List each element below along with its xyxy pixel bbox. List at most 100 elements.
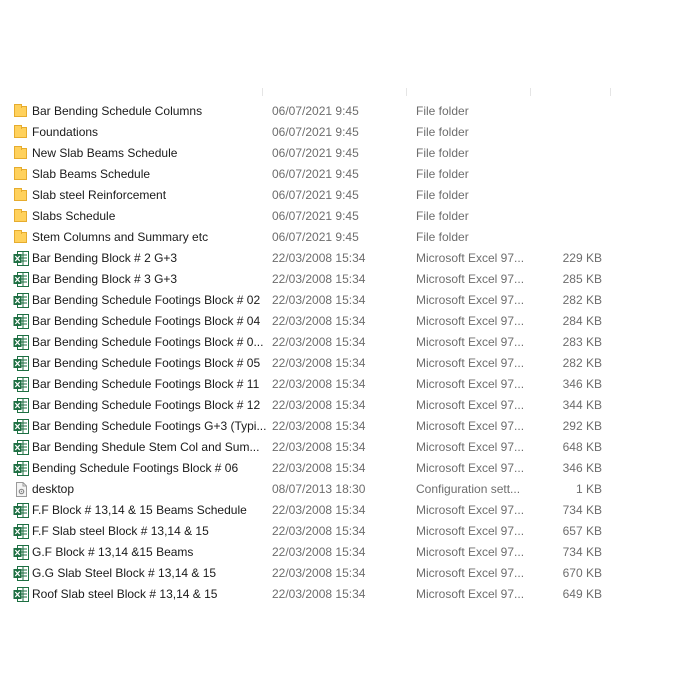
file-name: Bar Bending Shedule Stem Col and Sum... [32, 440, 260, 454]
file-name: Bar Bending Block # 3 G+3 [32, 272, 178, 286]
folder-icon [13, 230, 29, 245]
file-date-modified: 08/07/2013 18:30 [272, 482, 366, 496]
column-separator[interactable] [262, 88, 263, 96]
column-separator[interactable] [530, 88, 531, 96]
column-header-separators [0, 88, 699, 96]
file-name: G.F Block # 13,14 &15 Beams [32, 545, 194, 559]
file-row[interactable]: Bar Bending Block # 2 G+3 22/03/2008 15:3… [10, 248, 610, 269]
file-row[interactable]: Bar Bending Block # 3 G+3 22/03/2008 15:3… [10, 269, 610, 290]
file-row[interactable]: G.G Slab Steel Block # 13,14 & 15 22/03/2… [10, 563, 610, 584]
file-size: 282 KB [562, 293, 602, 307]
file-name: Foundations [32, 125, 99, 139]
file-type: Microsoft Excel 97... [416, 524, 525, 538]
file-name: Slab Beams Schedule [32, 167, 151, 181]
file-type: File folder [416, 125, 469, 139]
file-date-modified: 22/03/2008 15:34 [272, 251, 366, 265]
file-row[interactable]: Bar Bending Schedule Footings Block # 11… [10, 374, 610, 395]
file-type: Microsoft Excel 97... [416, 461, 525, 475]
file-row[interactable]: F.F Block # 13,14 & 15 Beams Schedule 22/… [10, 500, 610, 521]
column-separator[interactable] [406, 88, 407, 96]
file-type: Microsoft Excel 97... [416, 545, 525, 559]
file-name: F.F Slab steel Block # 13,14 & 15 [32, 524, 209, 538]
file-type: Microsoft Excel 97... [416, 419, 525, 433]
file-type: Microsoft Excel 97... [416, 398, 525, 412]
excel-file-icon [13, 566, 29, 581]
file-type: Microsoft Excel 97... [416, 314, 525, 328]
file-type: Configuration sett... [416, 482, 521, 496]
excel-file-icon [13, 356, 29, 371]
file-row[interactable]: Bar Bending Schedule Footings Block # 05… [10, 353, 610, 374]
folder-row[interactable]: Slab steel Reinforcement 06/07/2021 9:45 F… [10, 185, 610, 206]
file-row[interactable]: Bar Bending Schedule Footings G+3 (Typi.… [10, 416, 610, 437]
folder-row[interactable]: New Slab Beams Schedule 06/07/2021 9:45 Fi… [10, 143, 610, 164]
file-name: desktop [32, 482, 75, 496]
file-row[interactable]: Bar Bending Schedule Footings Block # 04… [10, 311, 610, 332]
file-date-modified: 06/07/2021 9:45 [272, 125, 359, 139]
folder-row[interactable]: Foundations 06/07/2021 9:45 File folder [10, 122, 610, 143]
excel-file-icon [13, 440, 29, 455]
folder-icon [13, 188, 29, 203]
file-name: Bar Bending Schedule Footings Block # 11 [32, 377, 260, 391]
file-name: Roof Slab steel Block # 13,14 & 15 [32, 587, 218, 601]
excel-file-icon [13, 503, 29, 518]
column-separator[interactable] [610, 88, 611, 96]
folder-row[interactable]: Slab Beams Schedule 06/07/2021 9:45 File f… [10, 164, 610, 185]
file-size: 346 KB [562, 377, 602, 391]
file-row[interactable]: F.F Slab steel Block # 13,14 & 15 22/03/2… [10, 521, 610, 542]
file-type: Microsoft Excel 97... [416, 377, 525, 391]
file-row[interactable]: Roof Slab steel Block # 13,14 & 15 22/03/… [10, 584, 610, 605]
folder-icon [13, 146, 29, 161]
file-size: 734 KB [562, 503, 602, 517]
file-name: G.G Slab Steel Block # 13,14 & 15 [32, 566, 217, 580]
folder-row[interactable]: Stem Columns and Summary etc 06/07/2021 9… [10, 227, 610, 248]
file-date-modified: 22/03/2008 15:34 [272, 461, 366, 475]
file-date-modified: 06/07/2021 9:45 [272, 230, 359, 244]
file-type: Microsoft Excel 97... [416, 566, 525, 580]
file-type: Microsoft Excel 97... [416, 272, 525, 286]
excel-file-icon [13, 314, 29, 329]
file-date-modified: 22/03/2008 15:34 [272, 356, 366, 370]
file-row[interactable]: G.F Block # 13,14 &15 Beams 22/03/2008 15… [10, 542, 610, 563]
folder-icon [13, 125, 29, 140]
file-size: 282 KB [562, 356, 602, 370]
folder-row[interactable]: Slabs Schedule 06/07/2021 9:45 File folder [10, 206, 610, 227]
file-row[interactable]: Bar Bending Schedule Footings Block # 02… [10, 290, 610, 311]
file-date-modified: 06/07/2021 9:45 [272, 188, 359, 202]
file-name: Bar Bending Schedule Footings Block # 0.… [32, 335, 264, 349]
file-type: File folder [416, 230, 469, 244]
excel-file-icon [13, 524, 29, 539]
file-list: Bar Bending Schedule Columns 06/07/2021 9… [10, 101, 610, 605]
file-size: 344 KB [562, 398, 602, 412]
file-type: File folder [416, 209, 469, 223]
file-date-modified: 22/03/2008 15:34 [272, 419, 366, 433]
file-row[interactable]: Bar Bending Shedule Stem Col and Sum... 2… [10, 437, 610, 458]
file-type: Microsoft Excel 97... [416, 251, 525, 265]
file-type: Microsoft Excel 97... [416, 503, 525, 517]
file-type: Microsoft Excel 97... [416, 440, 525, 454]
file-size: 648 KB [562, 440, 602, 454]
file-date-modified: 22/03/2008 15:34 [272, 377, 366, 391]
file-name: Bar Bending Block # 2 G+3 [32, 251, 178, 265]
file-size: 649 KB [562, 587, 602, 601]
file-date-modified: 22/03/2008 15:34 [272, 335, 366, 349]
file-size: 284 KB [562, 314, 602, 328]
file-type: File folder [416, 188, 469, 202]
excel-file-icon [13, 272, 29, 287]
file-type: Microsoft Excel 97... [416, 356, 525, 370]
file-name: Bar Bending Schedule Columns [32, 104, 203, 118]
folder-row[interactable]: Bar Bending Schedule Columns 06/07/2021 9… [10, 101, 610, 122]
file-name: Bar Bending Schedule Footings Block # 12 [32, 398, 261, 412]
file-row[interactable]: Bar Bending Schedule Footings Block # 12… [10, 395, 610, 416]
file-date-modified: 22/03/2008 15:34 [272, 293, 366, 307]
excel-file-icon [13, 461, 29, 476]
file-row[interactable]: Bar Bending Schedule Footings Block # 0.… [10, 332, 610, 353]
file-size: 283 KB [562, 335, 602, 349]
file-row[interactable]: Bending Schedule Footings Block # 06 22/0… [10, 458, 610, 479]
file-date-modified: 22/03/2008 15:34 [272, 314, 366, 328]
file-date-modified: 06/07/2021 9:45 [272, 209, 359, 223]
file-row[interactable]: desktop 08/07/2013 18:30 Configuration set… [10, 479, 610, 500]
config-file-icon [13, 482, 29, 497]
file-type: File folder [416, 146, 469, 160]
file-type: Microsoft Excel 97... [416, 335, 525, 349]
folder-icon [13, 209, 29, 224]
